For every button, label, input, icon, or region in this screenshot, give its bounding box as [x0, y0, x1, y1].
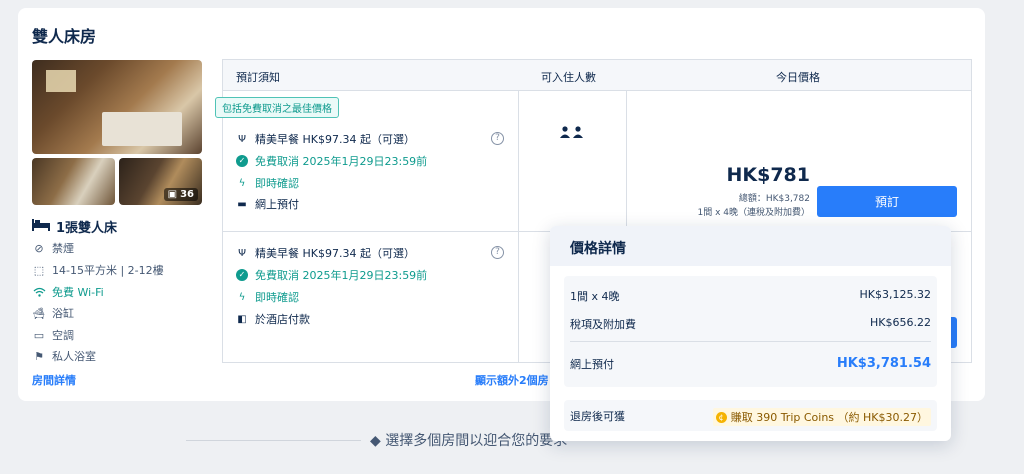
popover-header: 價格詳情: [550, 226, 951, 266]
cutlery-icon: Ψ: [238, 133, 246, 145]
amenity-label: 浴缸: [52, 307, 74, 320]
price-line-label: 1間 x 4晚: [570, 290, 620, 303]
cancellation-label: 免費取消 2025年1月29日23:59前: [255, 269, 428, 282]
bed-type: 1張雙人床: [32, 217, 117, 236]
instant-confirmation: ϟ 即時確認: [236, 289, 299, 305]
reward-value: 賺取 390 Trip Coins （約 HK$30.27）: [730, 411, 928, 424]
amenity-label: 14-15平方米 | 2-12樓: [52, 264, 164, 277]
help-icon[interactable]: ?: [491, 246, 504, 259]
bed-icon: [32, 218, 50, 235]
air-conditioner-icon: ▭: [33, 328, 45, 342]
column-divider: [518, 91, 519, 362]
rate-table-header: 預訂須知 可入住人數 今日價格: [223, 60, 971, 91]
price-line-total: 網上預付 HK$3,781.54: [570, 356, 931, 372]
payment-label: 網上預付: [255, 198, 299, 211]
room-title: 雙人床房: [32, 27, 97, 46]
price-total-value: HK$3,781.54: [836, 356, 931, 371]
multi-room-hint: ◆ 選擇多個房間以迎合您的要求: [370, 433, 568, 449]
price-details-popover: 價格詳情 1間 x 4晚 HK$3,125.32 稅項及附加費 HK$656.2…: [550, 226, 951, 441]
cancellation-label: 免費取消 2025年1月29日23:59前: [255, 155, 428, 168]
bed-type-label: 1張雙人床: [56, 221, 118, 236]
breakfast-label: 精美早餐 HK$97.34 起（可選）: [255, 247, 415, 260]
book-button[interactable]: 預訂: [817, 186, 957, 217]
amenity-label: 空調: [52, 329, 74, 342]
lightning-icon: ϟ: [238, 291, 246, 303]
breakfast-label: 精美早餐 HK$97.34 起（可選）: [255, 133, 415, 146]
credit-card-icon: ▬: [237, 198, 247, 210]
confirmation-label: 即時確認: [255, 177, 299, 190]
hotel-payment-icon: ◧: [237, 313, 247, 325]
cutlery-icon: Ψ: [238, 247, 246, 259]
popover-title: 價格詳情: [570, 241, 626, 257]
price-line-value: HK$656.22: [870, 316, 931, 329]
price-total: 總額：HK$3,782: [738, 194, 810, 204]
amenity-wifi: 免費 Wi-Fi: [32, 284, 104, 300]
divider: [186, 440, 361, 441]
payment-method: ▬ 網上預付: [236, 196, 299, 212]
best-price-free-cancel-tag: 包括免費取消之最佳價格: [215, 97, 339, 118]
amenity-area: ⬚ 14-15平方米 | 2-12樓: [32, 262, 164, 278]
price-line-value: HK$3,125.32: [859, 288, 931, 301]
divider: [570, 341, 931, 342]
two-guests-icon: [560, 126, 584, 142]
area-icon: ⬚: [33, 263, 45, 277]
show-more-rooms-link[interactable]: 顯示額外2個房: [475, 372, 549, 388]
no-smoking-icon: ⊘: [34, 241, 44, 255]
check-circle-icon: ✓: [236, 269, 248, 281]
gallery-icon: ▣: [167, 189, 178, 200]
header-max-guests: 可入住人數: [541, 71, 596, 84]
header-today-price: 今日價格: [776, 71, 820, 84]
lightning-icon: ϟ: [238, 177, 246, 189]
room-photo-thumb[interactable]: ▣ 36: [119, 158, 202, 205]
room-photo-thumb[interactable]: [32, 158, 115, 205]
instant-confirmation: ϟ 即時確認: [236, 175, 299, 191]
amenity-label: 免費 Wi-Fi: [52, 286, 104, 299]
room-details-link[interactable]: 房間詳情: [32, 372, 76, 388]
payment-label: 於酒店付款: [255, 313, 310, 326]
wifi-icon: [32, 285, 46, 299]
room-main-photo[interactable]: [32, 60, 202, 154]
coin-icon: ¢: [715, 411, 727, 423]
private-bathroom-icon: ⚑: [34, 349, 44, 363]
room-price: HK$781: [726, 164, 810, 186]
free-cancellation: ✓ 免費取消 2025年1月29日23:59前: [236, 153, 427, 169]
payment-method: ◧ 於酒店付款: [236, 311, 310, 327]
amenity-label: 私人浴室: [52, 350, 96, 363]
reward-label: 退房後可獲: [570, 410, 625, 423]
reward-row: 退房後可獲 ¢ 賺取 390 Trip Coins （約 HK$30.27）: [570, 408, 931, 426]
amenity-bathtub: 🛁︎ 浴缸: [32, 305, 74, 321]
amenity-private-bathroom: ⚑ 私人浴室: [32, 348, 96, 364]
reward-box: 退房後可獲 ¢ 賺取 390 Trip Coins （約 HK$30.27）: [564, 400, 937, 431]
amenity-label: 禁煙: [52, 242, 74, 255]
price-line-taxes: 稅項及附加費 HK$656.22: [570, 316, 931, 332]
price-breakdown-note: 1間 x 4晚（連稅及附加費）: [697, 208, 810, 218]
breakfast-option: Ψ 精美早餐 HK$97.34 起（可選）: [236, 245, 415, 261]
breakfast-option: Ψ 精美早餐 HK$97.34 起（可選）: [236, 131, 415, 147]
price-line-room-nights: 1間 x 4晚 HK$3,125.32: [570, 288, 931, 304]
help-icon[interactable]: ?: [491, 132, 504, 145]
trip-coins-reward: ¢ 賺取 390 Trip Coins （約 HK$30.27）: [712, 408, 931, 426]
price-line-label: 網上預付: [570, 358, 614, 371]
photo-count-badge: ▣ 36: [163, 188, 198, 201]
photo-count: 36: [180, 189, 194, 200]
confirmation-label: 即時確認: [255, 291, 299, 304]
header-booking-notes: 預訂須知: [236, 71, 280, 84]
check-circle-icon: ✓: [236, 155, 248, 167]
price-line-label: 稅項及附加費: [570, 318, 636, 331]
free-cancellation: ✓ 免費取消 2025年1月29日23:59前: [236, 267, 427, 283]
amenity-no-smoking: ⊘ 禁煙: [32, 240, 74, 256]
bathtub-icon: 🛁︎: [32, 306, 46, 320]
amenity-air-conditioner: ▭ 空調: [32, 327, 74, 343]
price-breakdown-box: 1間 x 4晚 HK$3,125.32 稅項及附加費 HK$656.22 網上預…: [564, 276, 937, 387]
